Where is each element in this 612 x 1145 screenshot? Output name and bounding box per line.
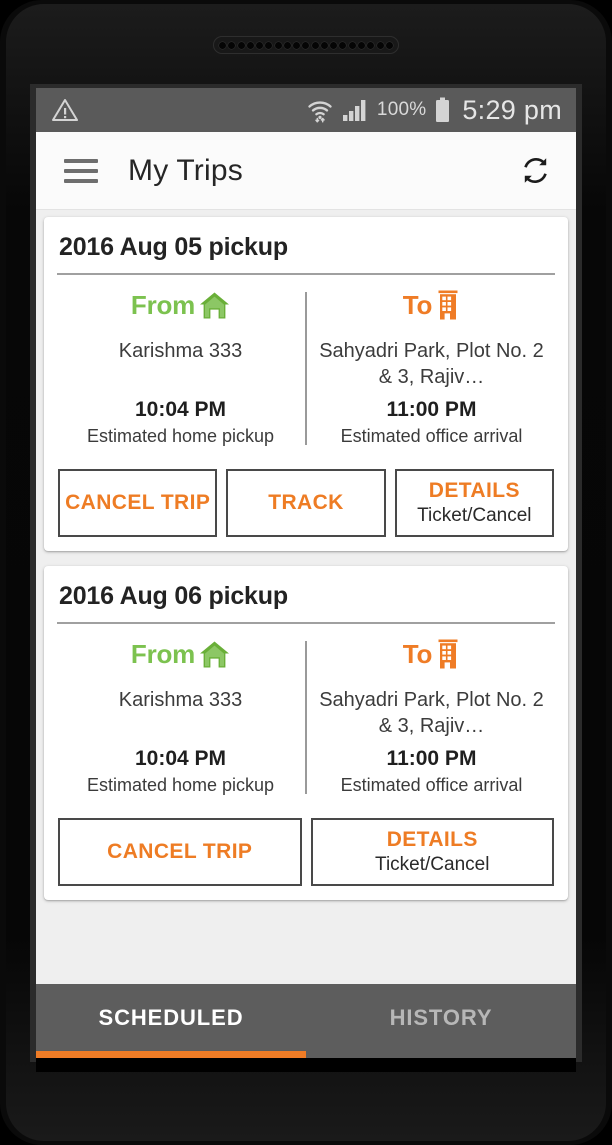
route-to-label: To xyxy=(402,638,433,669)
trip-card-1[interactable]: 2016 Aug 05 pickup From Karishma 333 10:… xyxy=(44,217,568,551)
trip-route: From Karishma 333 10:04 PM Estimated hom… xyxy=(56,624,556,804)
battery-percent-label: 100% xyxy=(376,99,427,120)
trips-list[interactable]: 2016 Aug 05 pickup From Karishma 333 10:… xyxy=(36,210,576,984)
speaker-hole xyxy=(357,41,365,49)
trip-card-title: 2016 Aug 06 pickup xyxy=(59,582,288,610)
cancel-trip-button[interactable]: CANCEL TRIP xyxy=(58,818,302,886)
route-to-place: Sahyadri Park, Plot No. 2 & 3, Rajiv… xyxy=(319,340,544,389)
speaker-hole xyxy=(311,41,319,49)
speaker-hole xyxy=(237,41,245,49)
tab-scheduled[interactable]: SCHEDULED xyxy=(36,984,306,1058)
home-icon xyxy=(199,640,230,669)
route-from-time: 10:04 PM xyxy=(134,747,227,770)
speaker-hole xyxy=(330,41,338,49)
speaker-hole xyxy=(348,41,356,49)
earpiece-speaker-grille xyxy=(213,36,399,54)
active-tab-indicator xyxy=(36,1051,306,1058)
app-bar: My Trips xyxy=(36,132,576,210)
speaker-hole xyxy=(293,41,301,49)
trip-actions: CANCEL TRIP TRACK DETAILS Ticket/Cancel xyxy=(56,469,556,537)
cancel-trip-button[interactable]: CANCEL TRIP xyxy=(58,469,218,537)
route-from-label: From xyxy=(130,289,196,320)
action-button-label: CANCEL TRIP xyxy=(65,491,211,514)
route-to-header: To xyxy=(313,288,550,322)
speaker-hole xyxy=(367,41,375,49)
speaker-hole xyxy=(376,41,384,49)
trip-route: From Karishma 333 10:04 PM Estimated hom… xyxy=(56,275,556,455)
track-button[interactable]: TRACK xyxy=(226,469,386,537)
status-bar-right: 100% 5:29 pm xyxy=(307,95,562,126)
office-building-icon xyxy=(436,639,460,669)
route-from-note: Estimated home pickup xyxy=(86,426,275,446)
route-to-time: 11:00 PM xyxy=(386,398,477,421)
route-from-place: Karishma 333 xyxy=(118,689,243,711)
page-title: My Trips xyxy=(128,153,243,187)
trip-card-title: 2016 Aug 05 pickup xyxy=(59,233,288,261)
route-to-column: To Sahyadri Park, Plot No. 2 & 3, Rajiv…… xyxy=(307,288,556,447)
details-button[interactable]: DETAILS Ticket/Cancel xyxy=(394,469,554,537)
route-to-label: To xyxy=(402,289,433,320)
speaker-hole xyxy=(320,41,328,49)
route-to-note: Estimated office arrival xyxy=(340,426,523,446)
speaker-hole xyxy=(283,41,291,49)
bottom-tab-bar: SCHEDULED HISTORY xyxy=(36,984,576,1058)
route-to-note: Estimated office arrival xyxy=(340,775,523,795)
route-to-time: 11:00 PM xyxy=(386,747,477,770)
wifi-icon xyxy=(307,97,333,123)
action-button-label: DETAILS xyxy=(386,828,478,851)
route-to-place: Sahyadri Park, Plot No. 2 & 3, Rajiv… xyxy=(319,689,544,738)
route-from-column: From Karishma 333 10:04 PM Estimated hom… xyxy=(56,288,305,447)
battery-full-icon xyxy=(435,97,450,123)
action-button-label: CANCEL TRIP xyxy=(107,840,253,863)
route-from-note: Estimated home pickup xyxy=(86,775,275,795)
speaker-hole xyxy=(256,41,264,49)
route-from-place: Karishma 333 xyxy=(118,340,243,362)
tab-label: SCHEDULED xyxy=(98,1005,244,1030)
route-from-header: From xyxy=(62,288,299,322)
status-bar-clock: 5:29 pm xyxy=(462,94,562,125)
speaker-hole xyxy=(385,41,393,49)
home-icon xyxy=(199,291,230,320)
action-button-label: DETAILS xyxy=(428,479,520,502)
route-to-header: To xyxy=(313,637,550,671)
route-from-column: From Karishma 333 10:04 PM Estimated hom… xyxy=(56,637,305,796)
speaker-hole xyxy=(265,41,273,49)
screen-bottom-filler xyxy=(36,1058,576,1072)
speaker-hole xyxy=(228,41,236,49)
route-from-label: From xyxy=(130,638,196,669)
route-from-header: From xyxy=(62,637,299,671)
tab-history[interactable]: HISTORY xyxy=(306,984,576,1058)
route-to-column: To Sahyadri Park, Plot No. 2 & 3, Rajiv…… xyxy=(307,637,556,796)
warning-triangle-icon xyxy=(52,98,78,122)
speaker-hole xyxy=(219,41,226,49)
refresh-icon xyxy=(519,154,552,187)
tab-label: HISTORY xyxy=(389,1005,493,1030)
status-bar-left xyxy=(52,98,78,122)
action-button-sublabel: Ticket/Cancel xyxy=(375,854,490,875)
office-building-icon xyxy=(436,290,460,320)
action-button-label: TRACK xyxy=(268,491,344,514)
speaker-hole xyxy=(274,41,282,49)
speaker-hole xyxy=(339,41,347,49)
speaker-hole xyxy=(246,41,254,49)
hamburger-menu-icon[interactable] xyxy=(64,158,98,183)
status-bar: 100% 5:29 pm xyxy=(36,88,576,132)
route-from-time: 10:04 PM xyxy=(134,398,227,421)
details-button[interactable]: DETAILS Ticket/Cancel xyxy=(310,818,554,886)
trip-card-2[interactable]: 2016 Aug 06 pickup From Karishma 333 10:… xyxy=(44,566,568,900)
signal-bars-icon xyxy=(342,98,368,122)
phone-device-frame: 100% 5:29 pm My Trips 2016 Aug 05 pickup… xyxy=(0,0,612,1145)
phone-screen: 100% 5:29 pm My Trips 2016 Aug 05 pickup… xyxy=(36,88,576,1058)
refresh-button[interactable] xyxy=(516,152,554,190)
speaker-hole xyxy=(302,41,310,49)
trip-actions: CANCEL TRIP DETAILS Ticket/Cancel xyxy=(56,818,556,886)
action-button-sublabel: Ticket/Cancel xyxy=(417,505,532,526)
